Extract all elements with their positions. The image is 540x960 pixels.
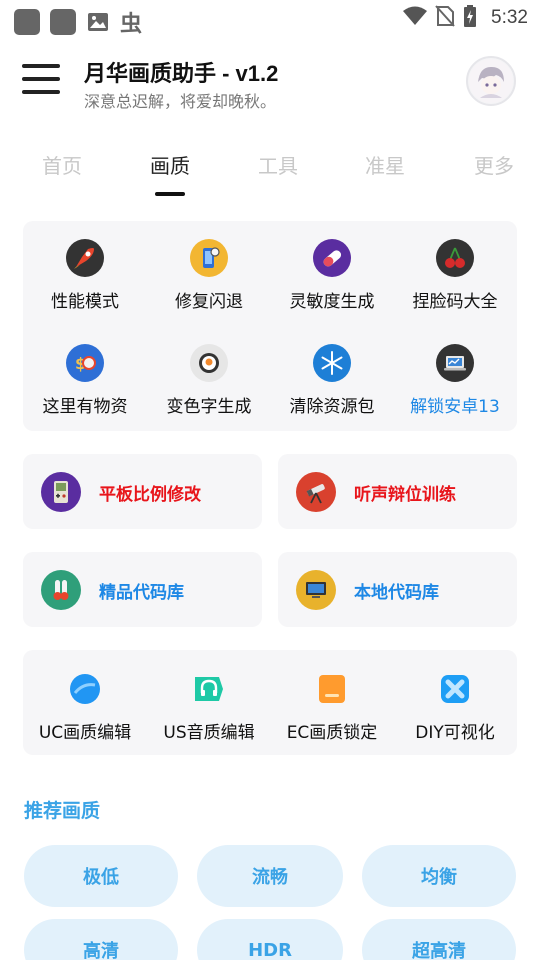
menu-icon[interactable]: [22, 64, 62, 98]
clock: 5:32: [491, 7, 528, 28]
grid-item-label: 性能模式: [51, 292, 119, 312]
snowflake-icon: [313, 344, 351, 382]
premium-code-library-button[interactable]: 精品代码库: [23, 552, 262, 627]
sushi-icon: [190, 344, 228, 382]
laptop-icon: [436, 344, 474, 382]
grid-item-label: DIY可视化: [415, 723, 495, 743]
app-title: 月华画质助手 - v1.2: [84, 61, 279, 86]
grid-item-label: 这里有物资: [42, 397, 128, 417]
tab-bar: 首页 画质 工具 准星 更多: [0, 140, 540, 200]
tab-graphics[interactable]: 画质: [130, 150, 210, 179]
bug-icon: 虫: [120, 12, 143, 37]
grid-item-label: US音质编辑: [163, 723, 255, 743]
tab-home[interactable]: 首页: [22, 150, 102, 179]
grid-item-us-editor[interactable]: US音质编辑: [151, 670, 267, 743]
thermometer-icon: [41, 570, 81, 610]
grid-item-label: 解锁安卓13: [410, 397, 500, 417]
grid-item-unlock-android[interactable]: 解锁安卓13: [397, 344, 513, 417]
money-icon: $: [66, 344, 104, 382]
tab-indicator: [155, 192, 185, 196]
blue-x-icon: [436, 670, 474, 708]
wifi-icon: [403, 6, 428, 30]
grid-item-color-text[interactable]: 变色字生成: [151, 344, 267, 417]
tab-tools[interactable]: 工具: [238, 150, 318, 179]
grid-item-supplies[interactable]: $ 这里有物资: [27, 344, 143, 417]
grid-item-ec-lock[interactable]: EC画质锁定: [274, 670, 390, 743]
notification-icons: 虫: [14, 6, 142, 38]
grid-item-diy-visual[interactable]: DIY可视化: [397, 670, 513, 743]
app-header: 月华画质助手 - v1.2 深意总迟解，将爱却晚秋。: [0, 36, 540, 126]
no-sim-icon: [435, 5, 455, 31]
telescope-icon: [296, 472, 336, 512]
phone-gear-icon: [190, 239, 228, 277]
quality-option[interactable]: 流畅: [197, 845, 343, 907]
local-code-library-button[interactable]: 本地代码库: [278, 552, 517, 627]
rocket-icon: [66, 239, 104, 277]
grid-item-label: 清除资源包: [289, 397, 375, 417]
grid-item-sensitivity[interactable]: 灵敏度生成: [274, 239, 390, 312]
tablet-ratio-label: 平板比例修改: [99, 485, 201, 505]
sound-training-button[interactable]: 听声辩位训练: [278, 454, 517, 529]
orange-file-icon: [313, 670, 351, 708]
grid-item-fix-crash[interactable]: 修复闪退: [151, 239, 267, 312]
grid-item-uc-editor[interactable]: UC画质编辑: [27, 670, 143, 743]
grid-item-label: 灵敏度生成: [289, 292, 375, 312]
quality-option[interactable]: 高清: [24, 919, 178, 960]
quality-option[interactable]: 超高清: [362, 919, 516, 960]
image-icon: [86, 10, 110, 34]
quality-option[interactable]: 极低: [24, 845, 178, 907]
grid-item-label: 修复闪退: [175, 292, 243, 312]
grid-item-label: 捏脸码大全: [412, 292, 498, 312]
editor-grid-card: UC画质编辑 US音质编辑 EC画质锁定 DIY可视化: [23, 650, 517, 755]
tab-crosshair[interactable]: 准星: [345, 150, 425, 179]
feature-grid-card: 性能模式 修复闪退 灵敏度生成 捏脸码大全 $ 这里有物资 变色字生成 清除资源…: [23, 221, 517, 431]
app-subtitle: 深意总迟解，将爱却晚秋。: [84, 92, 277, 111]
grid-item-label: EC画质锁定: [286, 723, 378, 743]
sound-training-label: 听声辩位训练: [354, 485, 456, 505]
blue-circle-icon: [66, 670, 104, 708]
status-bar: 虫 5:32: [0, 0, 540, 38]
grid-item-face-codes[interactable]: 捏脸码大全: [397, 239, 513, 312]
capsule-icon: [313, 239, 351, 277]
battery-icon: [463, 5, 477, 31]
premium-code-library-label: 精品代码库: [99, 583, 184, 603]
avatar[interactable]: [466, 56, 516, 106]
quality-option[interactable]: 均衡: [362, 845, 516, 907]
cherry-icon: [436, 239, 474, 277]
notification-app-icon: [14, 9, 40, 35]
gameboy-icon: [41, 472, 81, 512]
tab-more[interactable]: 更多: [454, 150, 534, 179]
monitor-icon: [296, 570, 336, 610]
notification-app-icon: [50, 9, 76, 35]
local-code-library-label: 本地代码库: [354, 583, 439, 603]
tablet-ratio-button[interactable]: 平板比例修改: [23, 454, 262, 529]
headphones-icon: [190, 670, 228, 708]
quality-option[interactable]: HDR: [197, 919, 343, 960]
recommend-title: 推荐画质: [24, 800, 101, 822]
grid-item-clear-resources[interactable]: 清除资源包: [274, 344, 390, 417]
grid-item-label: UC画质编辑: [38, 723, 132, 743]
grid-item-performance[interactable]: 性能模式: [27, 239, 143, 312]
grid-item-label: 变色字生成: [166, 397, 252, 417]
